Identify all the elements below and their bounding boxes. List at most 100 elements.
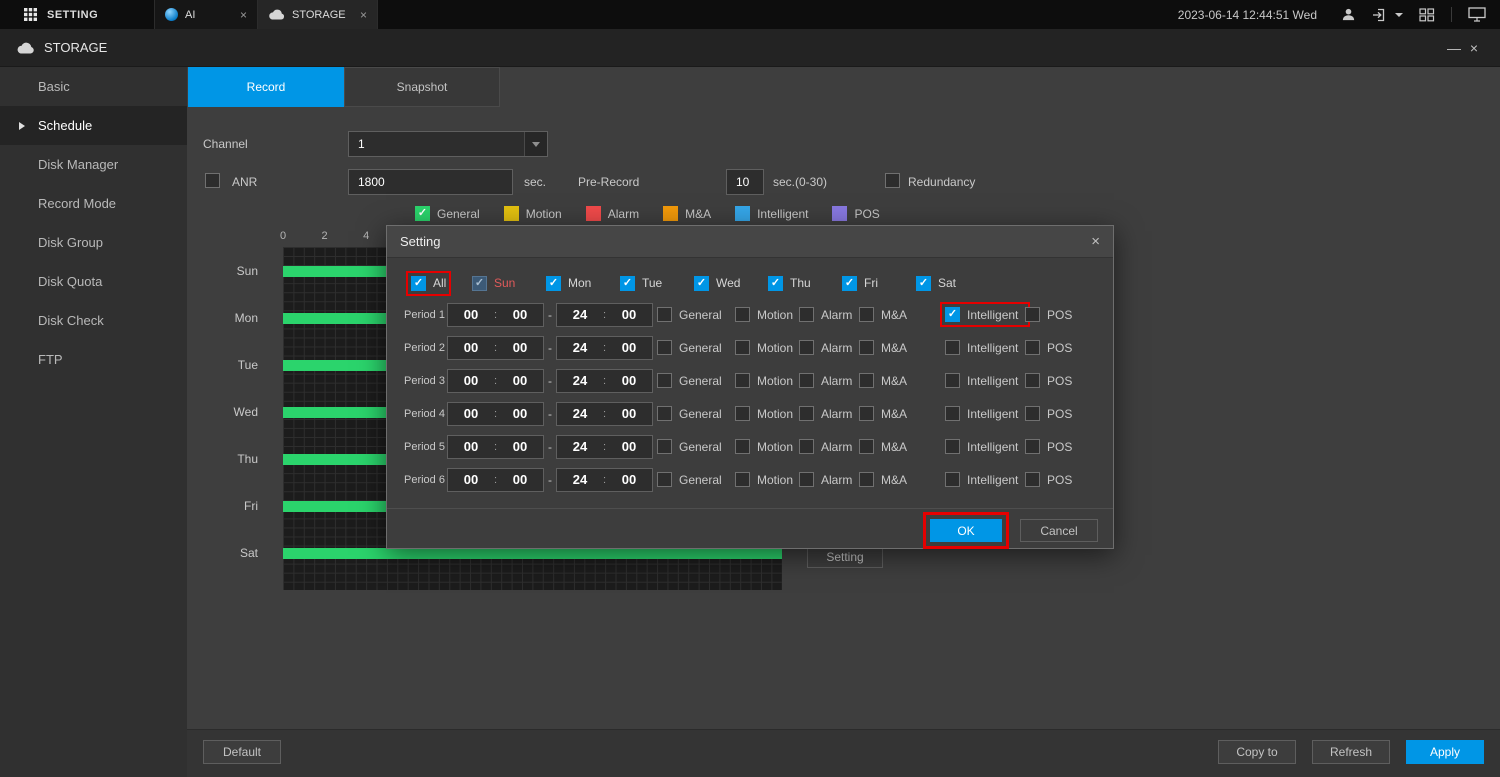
motion-checkbox[interactable] <box>735 340 750 355</box>
legend-item-pos[interactable]: POS <box>832 206 879 221</box>
type-option-motion[interactable]: Motion <box>735 373 799 388</box>
type-option-general[interactable]: General <box>657 373 735 388</box>
legend-item-m-a[interactable]: M&A <box>663 206 711 221</box>
start-time-input[interactable]: 00:00 <box>447 435 544 459</box>
m-a-checkbox[interactable] <box>859 340 874 355</box>
type-option-general[interactable]: General <box>657 340 735 355</box>
type-option-general[interactable]: General <box>657 406 735 421</box>
type-option-intelligent[interactable]: Intelligent <box>945 472 1025 487</box>
type-option-m-a[interactable]: M&A <box>859 340 945 355</box>
dialog-close-icon[interactable]: × <box>1091 233 1100 250</box>
type-option-motion[interactable]: Motion <box>735 406 799 421</box>
pos-checkbox[interactable] <box>1025 439 1040 454</box>
user-icon[interactable] <box>1341 7 1356 22</box>
fri-checkbox[interactable] <box>842 276 857 291</box>
sidebar-item-record-mode[interactable]: Record Mode <box>0 184 187 223</box>
minimize-icon[interactable]: — <box>1444 40 1464 56</box>
logout-icon[interactable] <box>1372 8 1389 22</box>
pre-record-input[interactable]: 10 <box>726 169 764 195</box>
end-time-input[interactable]: 24:00 <box>556 468 653 492</box>
type-option-alarm[interactable]: Alarm <box>799 373 859 388</box>
type-option-intelligent[interactable]: Intelligent <box>945 307 1025 322</box>
sun-checkbox[interactable] <box>472 276 487 291</box>
alarm-checkbox[interactable] <box>799 439 814 454</box>
legend-item-general[interactable]: General <box>415 206 480 221</box>
all-checkbox[interactable] <box>411 276 426 291</box>
m-a-checkbox[interactable] <box>859 472 874 487</box>
tab-storage[interactable]: STORAGE × <box>258 0 378 29</box>
end-time-input[interactable]: 24:00 <box>556 303 653 327</box>
alarm-checkbox[interactable] <box>799 340 814 355</box>
sidebar-item-disk-quota[interactable]: Disk Quota <box>0 262 187 301</box>
type-option-general[interactable]: General <box>657 307 735 322</box>
general-checkbox[interactable] <box>657 307 672 322</box>
day-option-thu[interactable]: Thu <box>768 276 842 291</box>
intelligent-checkbox[interactable] <box>945 472 960 487</box>
motion-checkbox[interactable] <box>735 373 750 388</box>
type-option-alarm[interactable]: Alarm <box>799 307 859 322</box>
m-a-checkbox[interactable] <box>859 373 874 388</box>
pos-checkbox[interactable] <box>1025 373 1040 388</box>
thu-checkbox[interactable] <box>768 276 783 291</box>
general-checkbox[interactable] <box>657 373 672 388</box>
pos-checkbox[interactable] <box>1025 340 1040 355</box>
tab-ai[interactable]: AI × <box>155 0 258 29</box>
type-option-pos[interactable]: POS <box>1025 472 1081 487</box>
type-option-m-a[interactable]: M&A <box>859 439 945 454</box>
day-option-wed[interactable]: Wed <box>694 276 768 291</box>
type-option-pos[interactable]: POS <box>1025 406 1081 421</box>
channel-select[interactable]: 1 <box>348 131 548 157</box>
alarm-checkbox[interactable] <box>799 307 814 322</box>
legend-item-intelligent[interactable]: Intelligent <box>735 206 808 221</box>
sidebar-item-ftp[interactable]: FTP <box>0 340 187 379</box>
copy-to-button[interactable]: Copy to <box>1218 740 1296 764</box>
type-option-pos[interactable]: POS <box>1025 373 1081 388</box>
day-option-sat[interactable]: Sat <box>916 276 990 291</box>
type-option-m-a[interactable]: M&A <box>859 472 945 487</box>
anr-input[interactable]: 1800 <box>348 169 513 195</box>
pos-checkbox[interactable] <box>1025 472 1040 487</box>
day-option-fri[interactable]: Fri <box>842 276 916 291</box>
m-a-checkbox[interactable] <box>859 406 874 421</box>
legend-item-motion[interactable]: Motion <box>504 206 562 221</box>
sidebar-item-disk-check[interactable]: Disk Check <box>0 301 187 340</box>
type-option-general[interactable]: General <box>657 439 735 454</box>
alarm-checkbox[interactable] <box>799 373 814 388</box>
type-option-alarm[interactable]: Alarm <box>799 406 859 421</box>
mon-checkbox[interactable] <box>546 276 561 291</box>
type-option-motion[interactable]: Motion <box>735 307 799 322</box>
pos-checkbox[interactable] <box>1025 307 1040 322</box>
intelligent-checkbox[interactable] <box>945 406 960 421</box>
intelligent-checkbox[interactable] <box>945 307 960 322</box>
type-option-motion[interactable]: Motion <box>735 340 799 355</box>
sidebar-item-schedule[interactable]: Schedule <box>0 106 187 145</box>
redundancy-checkbox[interactable] <box>885 173 900 188</box>
motion-checkbox[interactable] <box>735 307 750 322</box>
intelligent-checkbox[interactable] <box>945 439 960 454</box>
type-option-intelligent[interactable]: Intelligent <box>945 373 1025 388</box>
end-time-input[interactable]: 24:00 <box>556 336 653 360</box>
multiscreen-icon[interactable] <box>1419 8 1435 22</box>
type-option-alarm[interactable]: Alarm <box>799 340 859 355</box>
setting-button[interactable]: Setting <box>807 546 883 568</box>
anr-checkbox[interactable] <box>205 173 220 188</box>
motion-checkbox[interactable] <box>735 439 750 454</box>
type-option-general[interactable]: General <box>657 472 735 487</box>
tab-ai-close-icon[interactable]: × <box>240 8 247 22</box>
setting-menu[interactable]: SETTING <box>0 0 155 29</box>
tab-record[interactable]: Record <box>188 67 344 107</box>
m-a-checkbox[interactable] <box>859 307 874 322</box>
close-icon[interactable]: × <box>1464 40 1484 56</box>
cancel-button[interactable]: Cancel <box>1020 519 1098 542</box>
type-option-intelligent[interactable]: Intelligent <box>945 439 1025 454</box>
type-option-m-a[interactable]: M&A <box>859 373 945 388</box>
day-option-mon[interactable]: Mon <box>546 276 620 291</box>
legend-item-alarm[interactable]: Alarm <box>586 206 639 221</box>
pos-checkbox[interactable] <box>1025 406 1040 421</box>
start-time-input[interactable]: 00:00 <box>447 336 544 360</box>
end-time-input[interactable]: 24:00 <box>556 435 653 459</box>
type-option-m-a[interactable]: M&A <box>859 307 945 322</box>
type-option-intelligent[interactable]: Intelligent <box>945 406 1025 421</box>
general-checkbox[interactable] <box>657 340 672 355</box>
type-option-motion[interactable]: Motion <box>735 472 799 487</box>
